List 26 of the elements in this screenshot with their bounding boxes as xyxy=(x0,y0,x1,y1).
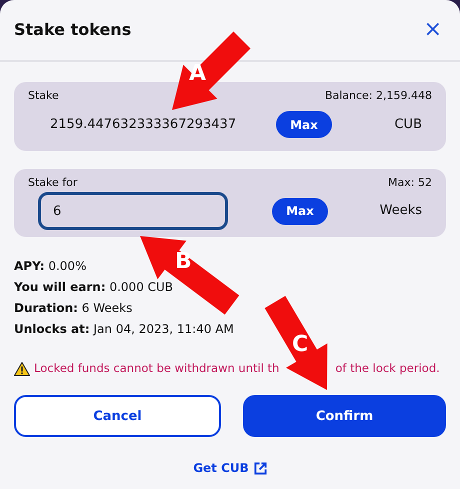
detail-line: Unlocks at: Jan 04, 2023, 11:40 AM xyxy=(14,321,234,338)
get-link[interactable]: Get CUB xyxy=(193,459,267,478)
field-label: Stake xyxy=(28,88,59,104)
detail-line: APY: 0.00% xyxy=(14,258,86,275)
warning-icon xyxy=(14,362,30,376)
max-button[interactable]: Max xyxy=(272,198,328,224)
detail-line: Duration: 6 Weeks xyxy=(14,300,132,317)
annotation-letter: C xyxy=(292,334,308,356)
dialog-title: Stake tokens xyxy=(14,19,132,41)
max-button[interactable]: Max xyxy=(276,111,332,138)
warning-text: Locked funds cannot be withdrawn until th xyxy=(34,360,280,377)
amount-value: 2159.447632333367293437 xyxy=(49,116,238,134)
field-hint: Max: 52 xyxy=(388,174,432,190)
annotation-letter: A xyxy=(189,63,206,85)
weeks-input[interactable]: 6 xyxy=(38,192,228,230)
field-label: Stake for xyxy=(28,174,78,190)
annotation-letter: B xyxy=(175,251,192,273)
cancel-button[interactable]: Cancel xyxy=(14,395,221,438)
confirm-button[interactable]: Confirm xyxy=(243,395,446,438)
field-hint: Balance: 2,159.448 xyxy=(324,88,432,104)
unit-label: Weeks xyxy=(380,202,422,220)
warning-text: of the lock period. xyxy=(335,360,440,377)
unit-label: CUB xyxy=(394,116,422,134)
external-link-icon xyxy=(254,462,267,475)
detail-line: You will earn: 0.000 CUB xyxy=(14,279,174,296)
close-button[interactable]: × xyxy=(420,19,446,41)
